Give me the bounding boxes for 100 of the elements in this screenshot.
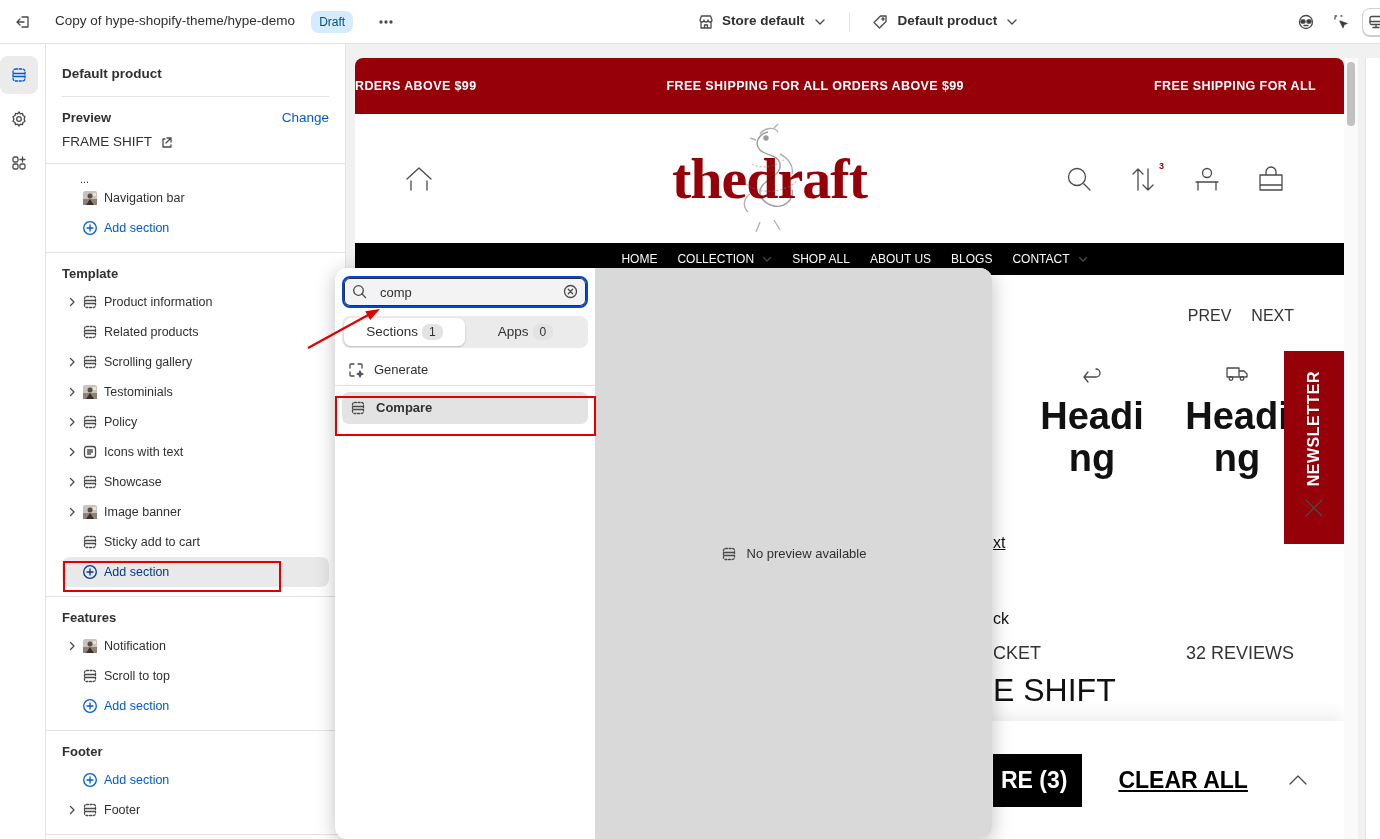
empty-preview-message: No preview available	[746, 544, 867, 563]
apps-icon	[10, 154, 28, 172]
close-icon	[1304, 498, 1324, 519]
more-button[interactable]	[379, 19, 394, 24]
text-link[interactable]: xt	[993, 533, 1006, 551]
clear-all-link[interactable]: CLEAR ALL	[1118, 762, 1248, 798]
section-item[interactable]: Footer	[62, 795, 329, 825]
section-item[interactable]: Navigation bar	[62, 183, 329, 213]
add-section-button[interactable]: Add section	[62, 765, 329, 795]
section-icon	[82, 354, 98, 370]
section-item[interactable]: Testominials	[62, 377, 329, 407]
compare-bar-button[interactable]: RE (3)	[993, 753, 1083, 807]
section-item[interactable]: Image banner	[62, 497, 329, 527]
store-logo: thedraft	[664, 123, 875, 234]
theme-title: Copy of hype-shopify-theme/hype-demo	[55, 12, 296, 31]
section-item[interactable]: Related products	[62, 317, 329, 347]
search-icon	[1066, 165, 1092, 192]
add-icon	[82, 772, 98, 788]
panel-title: Default product	[62, 64, 329, 97]
sections-icon	[10, 66, 28, 84]
section-item[interactable]: Icons with text	[62, 437, 329, 467]
section-icon	[82, 802, 98, 818]
add-section-button[interactable]: Add section	[62, 557, 329, 587]
vendor-text: CKET	[993, 641, 1041, 664]
add-section-button[interactable]: Add section	[62, 691, 329, 721]
rail-button[interactable]	[0, 56, 38, 94]
newsletter-tab[interactable]: NEWSLETTER	[1284, 351, 1344, 544]
clear-icon	[563, 284, 578, 299]
section-item[interactable]: Notification	[62, 631, 329, 661]
tab[interactable]: Sections 1	[344, 318, 465, 346]
sparkle-icon	[348, 361, 364, 378]
group-heading: Template	[62, 265, 120, 283]
stock-text: ck	[993, 609, 1009, 627]
preview-product: FRAME SHIFT	[62, 132, 152, 151]
bag-icon	[1258, 165, 1284, 192]
section-item[interactable]: Product information	[62, 287, 329, 317]
nav-link[interactable]: HOME	[621, 250, 658, 268]
chevron-up-icon	[1287, 774, 1308, 786]
tag-icon	[871, 13, 888, 30]
add-section-button[interactable]: Add section	[62, 213, 329, 243]
nav-link[interactable]: ABOUT US	[869, 250, 932, 268]
reviews-count: 32 REVIEWS	[1185, 641, 1294, 664]
section-icon	[82, 534, 98, 550]
group-heading: Footer	[62, 743, 104, 761]
desktop-icon	[1368, 13, 1380, 30]
cursor-select-icon	[1333, 13, 1349, 30]
product-title: E SHIFT	[993, 671, 1116, 708]
section-item[interactable]: Sticky add to cart	[62, 527, 329, 557]
section-result[interactable]: Compare	[342, 392, 588, 424]
section-item[interactable]: Scroll to top	[62, 661, 329, 691]
announcement-text: FREE SHIPPING FOR ALL ORDERS ABOVE $99	[666, 77, 964, 95]
nav-link[interactable]: SHOP ALL	[792, 250, 850, 268]
section-icon	[720, 545, 737, 562]
pager-link[interactable]: PREV	[1187, 304, 1232, 328]
change-link[interactable]: Change	[281, 107, 329, 129]
status-badge: Draft	[311, 10, 354, 33]
chevron-down-icon	[762, 254, 773, 264]
announcement-text: RDERS ABOVE $99	[355, 77, 477, 95]
section-item[interactable]: Policy	[62, 407, 329, 437]
chevron-down-icon	[1077, 254, 1088, 264]
compare-count: 3	[1159, 159, 1164, 173]
cart-button[interactable]	[1258, 165, 1284, 192]
text-block-icon	[82, 444, 98, 460]
nav-link[interactable]: BLOGS	[951, 250, 993, 268]
section-icon	[82, 668, 98, 684]
add-icon	[82, 564, 98, 580]
section-icon	[350, 400, 366, 416]
return-arrow-icon	[1082, 366, 1102, 384]
truck-icon	[1226, 366, 1248, 382]
external-link-icon	[160, 135, 173, 149]
collapse-button[interactable]	[1287, 774, 1308, 786]
template-selector[interactable]: Default product	[871, 11, 1020, 32]
search-button[interactable]	[1066, 165, 1092, 192]
person-icon	[1194, 165, 1220, 192]
scrollbar[interactable]	[1344, 58, 1358, 839]
add-icon	[82, 698, 98, 714]
section-icon	[82, 294, 98, 310]
glasses-icon	[1298, 13, 1314, 30]
search-field[interactable]: comp	[342, 276, 588, 308]
section-icon	[82, 474, 98, 490]
store-icon	[698, 13, 714, 30]
pager-link[interactable]: NEXT	[1251, 304, 1294, 328]
section-icon	[82, 324, 98, 340]
nav-link[interactable]: COLLECTION	[677, 250, 773, 268]
section-item[interactable]: Showcase	[62, 467, 329, 497]
announcement-text: FREE SHIPPING FOR ALL	[1154, 77, 1317, 95]
nav-link[interactable]: CONTACT	[1012, 250, 1088, 268]
section-icon	[82, 414, 98, 430]
more-icon	[379, 19, 394, 24]
section-item[interactable]: Scrolling gallery	[62, 347, 329, 377]
account-button[interactable]	[1194, 165, 1220, 192]
tab[interactable]: Apps 0	[465, 318, 586, 346]
generate-button[interactable]: Generate	[335, 354, 595, 386]
home-icon	[405, 165, 433, 192]
more-indicator: ...	[80, 175, 90, 183]
preview-label: Preview	[62, 109, 112, 128]
home-button[interactable]	[405, 165, 433, 192]
store-selector[interactable]: Store default	[698, 11, 827, 32]
search-icon	[352, 284, 367, 299]
settings-icon	[10, 110, 28, 128]
